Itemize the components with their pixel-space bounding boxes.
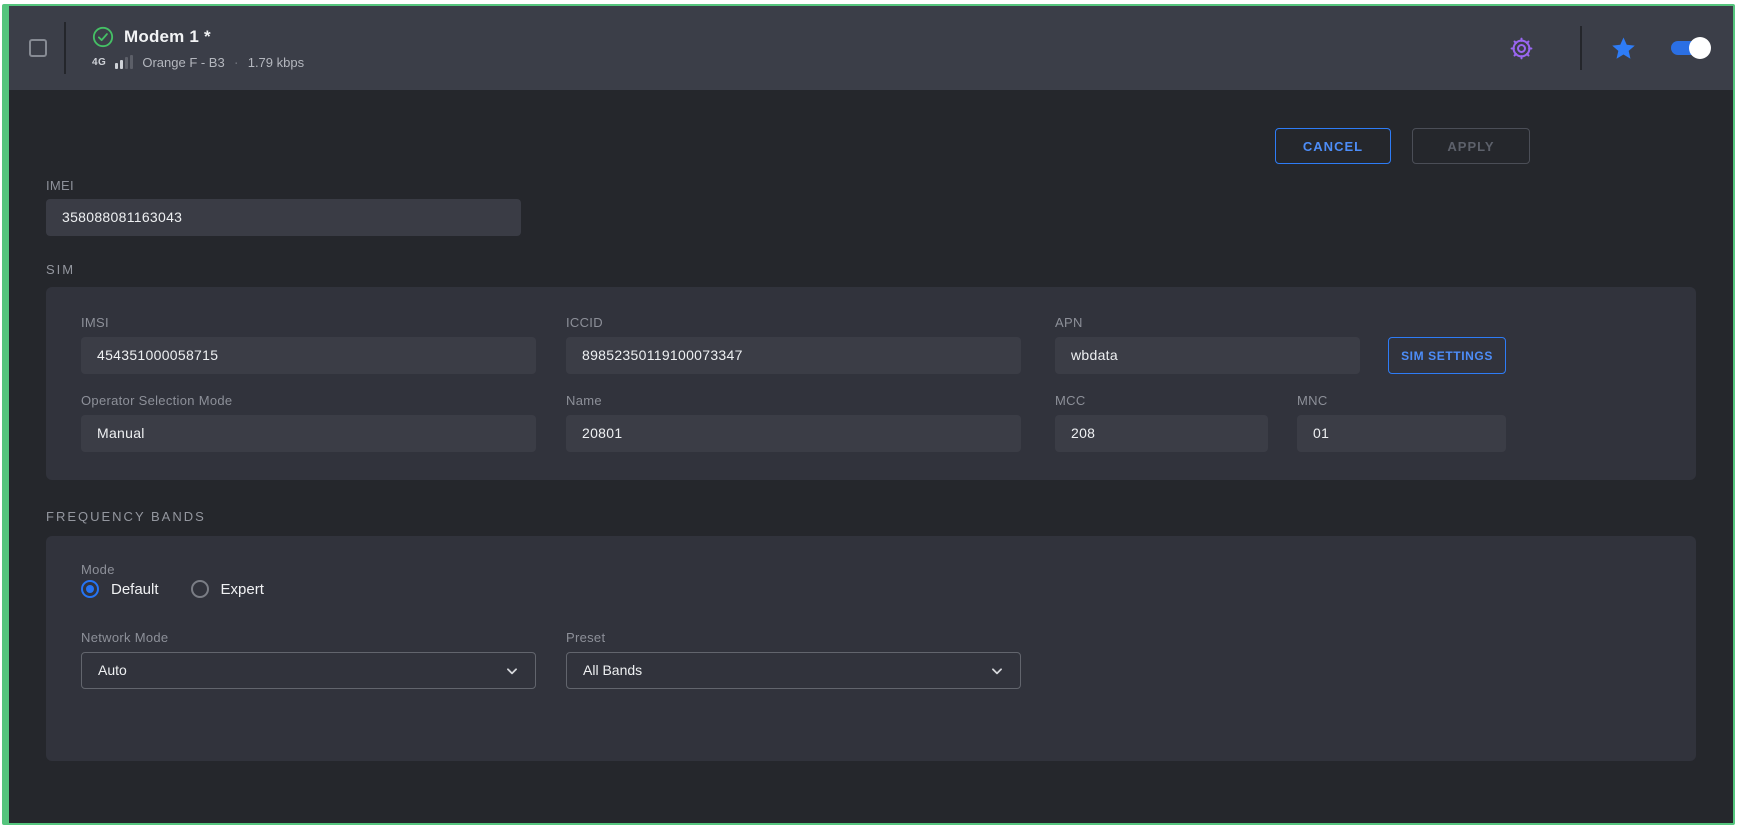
imsi-label: IMSI: [81, 315, 109, 330]
header-actions: [1504, 26, 1707, 70]
mcc-label: MCC: [1055, 393, 1086, 408]
mode-label: Mode: [81, 562, 115, 577]
preset-label: Preset: [566, 630, 605, 645]
signal-strength-icon: [115, 55, 133, 69]
sim-section-label: SIM: [46, 262, 75, 277]
network-mode-select[interactable]: Auto: [81, 652, 536, 689]
name-label: Name: [566, 393, 602, 408]
apn-field[interactable]: wbdata: [1055, 337, 1360, 374]
modem-config-content: CANCEL APPLY IMEI 358088081163043 SIM IM…: [9, 90, 1733, 823]
modem-select-checkbox[interactable]: [29, 39, 47, 57]
frequency-bands-section-label: FREQUENCY BANDS: [46, 509, 206, 524]
modem-header: Modem 1 * 4G Orange F - B3 · 1.79 kbps: [9, 6, 1733, 90]
network-mode-label: Network Mode: [81, 630, 168, 645]
radio-option-expert[interactable]: Expert: [191, 580, 264, 598]
frequency-bands-card: Mode Default Expert Network Mode Auto Pr…: [46, 536, 1696, 761]
mnc-field[interactable]: 01: [1297, 415, 1506, 452]
network-type-label: 4G: [92, 57, 106, 68]
preset-select[interactable]: All Bands: [566, 652, 1021, 689]
mcc-field[interactable]: 208: [1055, 415, 1268, 452]
settings-gear-icon[interactable]: [1504, 31, 1539, 66]
imsi-field[interactable]: 454351000058715: [81, 337, 536, 374]
imei-field[interactable]: 358088081163043: [46, 199, 521, 236]
preset-value: All Bands: [583, 653, 642, 688]
chevron-down-icon: [990, 664, 1004, 678]
modem-config-window: Modem 1 * 4G Orange F - B3 · 1.79 kbps: [2, 4, 1735, 825]
toggle-knob: [1689, 37, 1711, 59]
imei-label: IMEI: [46, 178, 74, 193]
throughput-label: 1.79 kbps: [248, 55, 304, 70]
radio-default-icon: [81, 580, 99, 598]
apply-button[interactable]: APPLY: [1412, 128, 1530, 164]
radio-default-label: Default: [111, 581, 159, 598]
cancel-button[interactable]: CANCEL: [1275, 128, 1391, 164]
operator-selection-mode-field[interactable]: Manual: [81, 415, 536, 452]
favorite-star-icon[interactable]: [1606, 31, 1641, 66]
header-divider-right: [1580, 26, 1582, 70]
apn-label: APN: [1055, 315, 1083, 330]
radio-expert-icon: [191, 580, 209, 598]
name-field[interactable]: 20801: [566, 415, 1021, 452]
operator-selection-mode-label: Operator Selection Mode: [81, 393, 232, 408]
radio-expert-label: Expert: [221, 581, 264, 598]
dot-separator: ·: [234, 54, 239, 71]
modem-title-block: Modem 1 * 4G Orange F - B3 · 1.79 kbps: [92, 26, 304, 71]
header-divider-left: [64, 22, 66, 74]
mnc-label: MNC: [1297, 393, 1328, 408]
sim-card: IMSI 454351000058715 ICCID 8985235011910…: [46, 287, 1696, 480]
network-mode-value: Auto: [98, 653, 127, 688]
page-title: Modem 1 *: [124, 27, 211, 47]
mode-radio-group: Default Expert: [81, 580, 264, 598]
status-check-icon: [92, 26, 114, 48]
chevron-down-icon: [505, 664, 519, 678]
operator-label: Orange F - B3: [142, 55, 224, 70]
modem-enable-toggle[interactable]: [1671, 41, 1707, 55]
iccid-field[interactable]: 89852350119100073347: [566, 337, 1021, 374]
radio-option-default[interactable]: Default: [81, 580, 159, 598]
sim-settings-button[interactable]: SIM SETTINGS: [1388, 337, 1506, 374]
iccid-label: ICCID: [566, 315, 603, 330]
